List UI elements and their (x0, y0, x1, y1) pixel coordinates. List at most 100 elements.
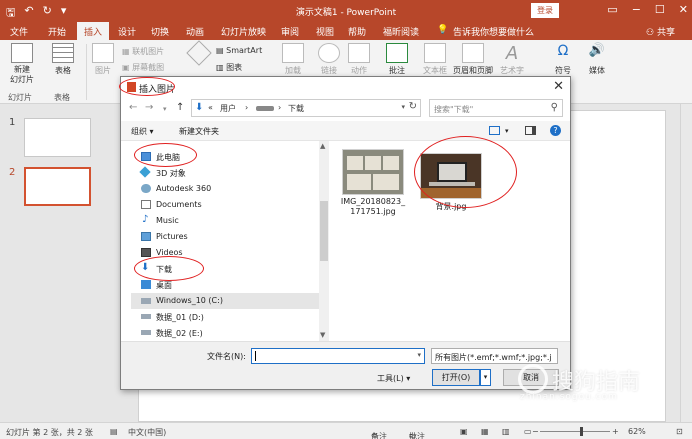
change-view-icon[interactable] (489, 126, 500, 135)
chart-button[interactable]: ▥ 图表 (216, 62, 242, 73)
zoom-in-icon[interactable]: + (612, 427, 619, 436)
new-slide-button[interactable]: 新建 幻灯片 (6, 43, 38, 85)
tree-item-videos[interactable]: Videos (131, 245, 319, 261)
tree-item-pictures[interactable]: Pictures (131, 229, 319, 245)
help-icon[interactable]: ? (550, 125, 561, 136)
tree-item-drive-c[interactable]: Windows_10 (C:) (131, 293, 319, 309)
login-button[interactable]: 登录 (531, 3, 559, 18)
screenshot-button[interactable]: ▣ 屏幕截图 (122, 62, 164, 73)
address-segment-downloads[interactable]: 下载 (288, 103, 304, 114)
reading-view-icon[interactable]: ▥ (502, 427, 510, 436)
slide-thumbnail-selected[interactable] (24, 167, 91, 206)
symbol-button[interactable]: Ω 符号 (550, 43, 576, 76)
link-button[interactable]: 链接 (316, 43, 342, 76)
slide-sorter-icon[interactable]: ▦ (481, 427, 489, 436)
link-label: 链接 (321, 66, 337, 75)
tree-item-desktop[interactable]: 桌面 (131, 277, 319, 293)
tree-item-documents[interactable]: Documents (131, 197, 319, 213)
tab-slideshow[interactable]: 幻灯片放映 (221, 25, 266, 38)
address-segment-redacted[interactable] (256, 106, 274, 111)
vertical-scrollbar[interactable] (680, 104, 692, 422)
filename-input[interactable]: ▾ (251, 348, 425, 364)
tab-foxit[interactable]: 福昕阅读 (383, 25, 419, 38)
scroll-up-icon[interactable]: ▲ (320, 142, 325, 150)
fit-slide-icon[interactable]: ⊡ (676, 427, 683, 436)
tab-animations[interactable]: 动画 (186, 25, 204, 38)
tree-item-music[interactable]: ♪ Music (131, 213, 319, 229)
maximize-icon[interactable]: ☐ (655, 3, 665, 16)
tab-file[interactable]: 文件 (10, 25, 28, 38)
file-item[interactable]: IMG_20180823_ 171751.jpg (337, 149, 409, 217)
dialog-close-icon[interactable]: ✕ (553, 79, 564, 94)
preview-pane-icon[interactable] (525, 126, 536, 135)
textbox-button[interactable]: 文本框 (420, 43, 450, 76)
address-segment-users[interactable]: 用户 (220, 103, 236, 114)
address-bar[interactable]: ⬇ « 用户 › › 下载 ▾ ↻ (191, 99, 421, 117)
close-icon[interactable]: ✕ (679, 3, 688, 16)
open-dropdown-icon[interactable]: ▾ (480, 369, 491, 386)
back-arrow-icon[interactable]: ← (129, 102, 137, 113)
file-item[interactable]: 背景.jpg (415, 153, 487, 212)
tab-review[interactable]: 审阅 (281, 25, 299, 38)
view-dropdown-icon[interactable]: ▾ (505, 127, 509, 135)
header-footer-button[interactable]: 页眉和页脚 (451, 43, 495, 76)
tree-item-downloads[interactable]: ⬇ 下载 (131, 261, 319, 277)
picture-button[interactable]: 图片 (90, 43, 116, 76)
music-icon: ♪ (142, 214, 149, 225)
zoom-level[interactable]: 62% (628, 427, 646, 436)
refresh-icon[interactable]: ↻ (409, 101, 417, 112)
new-folder-button[interactable]: 新建文件夹 (179, 126, 219, 137)
tab-transitions[interactable]: 切换 (151, 25, 169, 38)
share-label: 共享 (656, 28, 675, 38)
smartart-button[interactable]: ▤ SmartArt (216, 46, 262, 55)
zoom-out-icon[interactable]: − (532, 427, 539, 436)
search-box[interactable]: 搜索"下载" ⚲ (429, 99, 563, 117)
slide-number: 2 (9, 167, 16, 178)
tab-home[interactable]: 开始 (48, 25, 66, 38)
tree-item-drive-e[interactable]: 数据_02 (E:) (131, 325, 319, 341)
tab-view[interactable]: 视图 (316, 25, 334, 38)
shapes-icon[interactable] (186, 40, 212, 66)
zoom-slider[interactable] (540, 431, 610, 432)
tree-item-drive-d[interactable]: 数据_01 (D:) (131, 309, 319, 325)
zoom-slider-thumb[interactable] (580, 427, 583, 436)
share-button[interactable]: ⚇ 共享 (646, 25, 675, 38)
tab-design[interactable]: 设计 (118, 25, 136, 38)
table-button[interactable]: 表格 (48, 43, 78, 76)
language-status[interactable]: 中文(中国) (128, 427, 166, 438)
tools-button[interactable]: 工具(L) ▾ (377, 373, 410, 384)
media-button[interactable]: 🔊 媒体 (584, 43, 610, 76)
up-folder-icon[interactable]: ↑ (176, 102, 184, 113)
navigation-scrollbar[interactable]: ▲ ▼ (319, 141, 329, 341)
tell-me-search[interactable]: 告诉我你想要做什么 (453, 25, 534, 38)
forward-arrow-icon[interactable]: → (145, 102, 153, 113)
slide-thumbnail[interactable] (24, 118, 91, 157)
recent-locations-icon[interactable]: ▾ (163, 105, 167, 113)
tab-help[interactable]: 帮助 (348, 25, 366, 38)
file-thumbnail (420, 153, 482, 199)
add-in-button[interactable]: 加载 (280, 43, 306, 76)
address-dropdown-icon[interactable]: ▾ (401, 103, 405, 111)
minimize-icon[interactable]: − (632, 3, 641, 16)
comment-button[interactable]: 批注 (384, 43, 410, 76)
action-button[interactable]: 动作 (346, 43, 372, 76)
scrollbar-thumb[interactable] (320, 201, 328, 261)
tree-item-this-pc[interactable]: 此电脑 (131, 149, 319, 165)
filename-dropdown-icon[interactable]: ▾ (417, 351, 421, 359)
organize-button[interactable]: 组织 ▾ (131, 126, 154, 137)
ribbon-display-icon[interactable]: ▭ (607, 3, 617, 16)
scroll-down-icon[interactable]: ▼ (320, 331, 325, 339)
address-overflow[interactable]: « (208, 103, 213, 112)
open-button[interactable]: 打开(O) (432, 369, 480, 386)
tree-item-3d-objects[interactable]: 3D 对象 (131, 165, 319, 181)
online-picture-label: 联机图片 (132, 47, 165, 56)
normal-view-icon[interactable]: ▣ (460, 427, 468, 436)
spellcheck-icon[interactable]: ▤ (110, 427, 118, 436)
tab-insert[interactable]: 插入 (77, 22, 110, 40)
wordart-button[interactable]: A 艺术字 (498, 43, 526, 76)
tree-item-autodesk-360[interactable]: Autodesk 360 (131, 181, 319, 197)
online-picture-button[interactable]: ▦ 联机图片 (122, 46, 164, 57)
navigation-pane: 此电脑 3D 对象 Autodesk 360 Documents ♪ Music… (121, 141, 329, 341)
tree-item-label: 桌面 (156, 281, 172, 290)
slideshow-view-icon[interactable]: ▭ (524, 427, 532, 436)
